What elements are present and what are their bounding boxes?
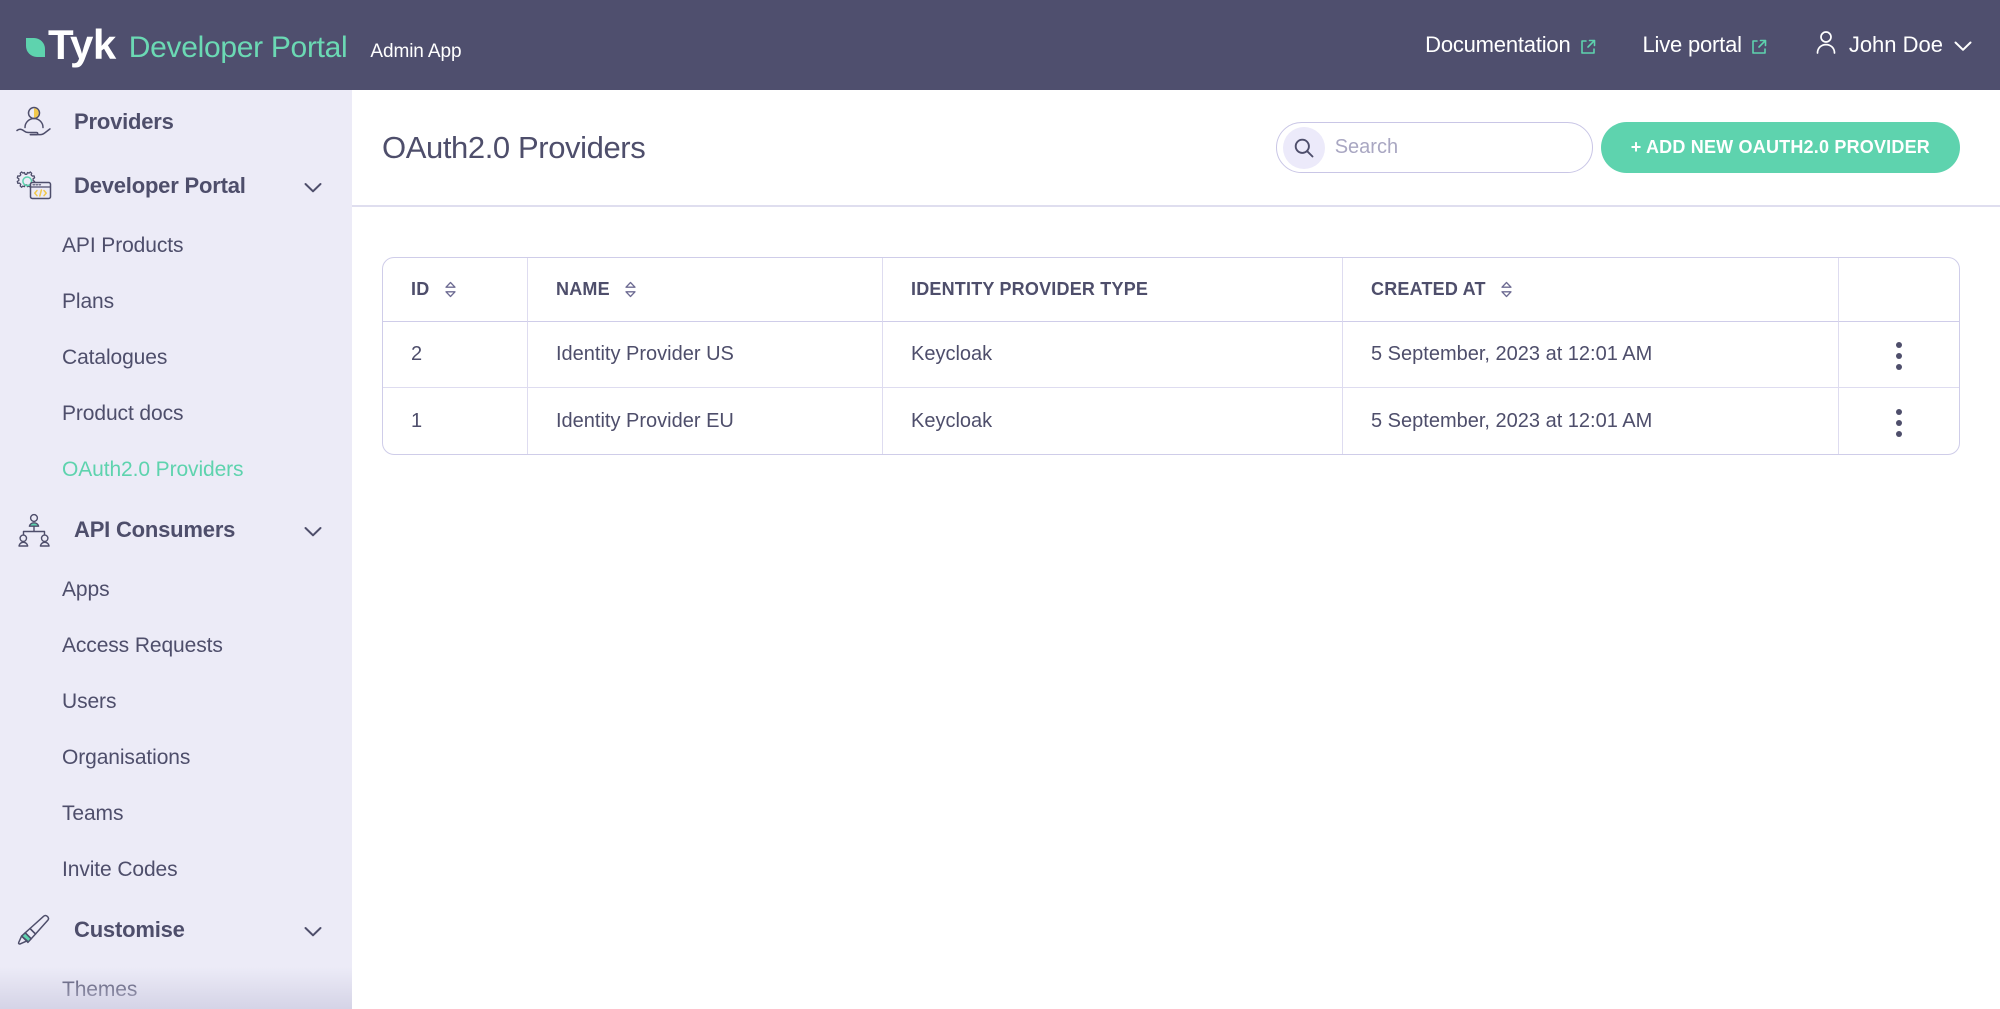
table-header-row: ID NAME xyxy=(383,258,1959,322)
nav-live-portal-label: Live portal xyxy=(1643,32,1742,58)
column-header-created-at[interactable]: CREATED AT xyxy=(1343,258,1839,322)
sidebar-item-invite-codes[interactable]: Invite Codes xyxy=(0,842,352,898)
sidebar-item-teams[interactable]: Teams xyxy=(0,786,352,842)
add-new-oauth2-provider-button[interactable]: + ADD NEW OAUTH2.0 PROVIDER xyxy=(1601,122,1960,173)
sidebar-item-label: Organisations xyxy=(62,746,190,770)
sidebar-item-access-requests[interactable]: Access Requests xyxy=(0,618,352,674)
tyk-leaf-icon xyxy=(26,38,45,57)
kebab-menu-icon[interactable] xyxy=(1888,334,1910,378)
table-row[interactable]: 1 Identity Provider EU Keycloak 5 Septem… xyxy=(383,388,1959,454)
brand-subtitle: Developer Portal xyxy=(129,31,348,65)
nav-documentation-label: Documentation xyxy=(1425,32,1570,58)
users-group-icon xyxy=(14,510,54,550)
cell-type: Keycloak xyxy=(883,388,1343,454)
sidebar-item-label: Catalogues xyxy=(62,346,167,370)
sidebar-item-label: Product docs xyxy=(62,402,183,426)
sort-updown-icon xyxy=(624,281,637,298)
sidebar-group-api-consumers[interactable]: API Consumers xyxy=(0,498,352,562)
column-header-label: CREATED AT xyxy=(1371,279,1486,299)
chevron-down-icon xyxy=(1954,32,1972,58)
sidebar-item-product-docs[interactable]: Product docs xyxy=(0,386,352,442)
chevron-down-icon[interactable] xyxy=(304,925,322,936)
sidebar-group-customise[interactable]: Customise xyxy=(0,898,352,962)
sidebar-item-api-products[interactable]: API Products xyxy=(0,218,352,274)
top-navbar: Tyk Developer Portal Admin App Documenta… xyxy=(0,0,2000,90)
sidebar-group-providers[interactable]: Providers xyxy=(0,90,352,154)
brand-logo[interactable]: Tyk Developer Portal Admin App xyxy=(26,24,461,66)
sidebar-item-label: Invite Codes xyxy=(62,858,178,882)
cell-id: 2 xyxy=(383,322,528,388)
sort-updown-icon xyxy=(444,281,457,298)
sidebar-item-label: Teams xyxy=(62,802,123,826)
cell-type: Keycloak xyxy=(883,322,1343,388)
page-header-actions: + ADD NEW OAUTH2.0 PROVIDER xyxy=(1276,122,1960,173)
sidebar-item-label: Users xyxy=(62,690,116,714)
sidebar-item-apps[interactable]: Apps xyxy=(0,562,352,618)
providers-table-container: ID NAME xyxy=(352,207,2000,455)
sidebar-group-label: Developer Portal xyxy=(74,173,246,199)
sidebar-item-label: OAuth2.0 Providers xyxy=(62,458,243,482)
page-title: OAuth2.0 Providers xyxy=(382,130,645,166)
cell-name: Identity Provider US xyxy=(528,322,883,388)
brand-admin-app: Admin App xyxy=(370,41,461,63)
navbar-right-section: Documentation Live portal xyxy=(1379,29,1972,61)
table-row[interactable]: 2 Identity Provider US Keycloak 5 Septem… xyxy=(383,322,1959,388)
kebab-menu-icon[interactable] xyxy=(1888,401,1910,445)
column-header-actions xyxy=(1839,258,1959,322)
chevron-down-icon[interactable] xyxy=(304,525,322,536)
hand-holding-user-icon xyxy=(14,102,54,142)
sidebar-item-label: API Products xyxy=(62,234,183,258)
sort-updown-icon xyxy=(1500,281,1513,298)
user-menu[interactable]: John Doe xyxy=(1814,29,1972,61)
column-header-id[interactable]: ID xyxy=(383,258,528,322)
sidebar-item-users[interactable]: Users xyxy=(0,674,352,730)
column-header-name[interactable]: NAME xyxy=(528,258,883,322)
tyk-wordmark: Tyk xyxy=(26,24,116,66)
column-header-label: NAME xyxy=(556,279,610,299)
paint-brush-icon xyxy=(14,910,54,950)
sidebar-group-label: Customise xyxy=(74,917,185,943)
search-box[interactable] xyxy=(1276,122,1593,173)
search-icon xyxy=(1283,127,1325,169)
cell-actions xyxy=(1839,322,1959,388)
sidebar-item-label: Plans xyxy=(62,290,114,314)
main-content: OAuth2.0 Providers + ADD NEW OAUTH2.0 PR… xyxy=(352,90,2000,1009)
sidebar-group-label: API Consumers xyxy=(74,517,235,543)
sidebar-item-label: Apps xyxy=(62,578,109,602)
column-header-label: IDENTITY PROVIDER TYPE xyxy=(911,279,1148,299)
external-link-icon xyxy=(1579,36,1597,54)
external-link-icon xyxy=(1750,36,1768,54)
oauth2-providers-table: ID NAME xyxy=(382,257,1960,455)
sidebar-item-oauth2-providers[interactable]: OAuth2.0 Providers xyxy=(0,442,352,498)
column-header-identity-provider-type: IDENTITY PROVIDER TYPE xyxy=(883,258,1343,322)
cell-created-at: 5 September, 2023 at 12:01 AM xyxy=(1343,322,1839,388)
sidebar-item-label: Access Requests xyxy=(62,634,223,658)
table-header: ID NAME xyxy=(383,258,1959,322)
tyk-brand-name: Tyk xyxy=(48,24,116,66)
sidebar-item-label: Themes xyxy=(62,978,137,1002)
user-icon xyxy=(1814,29,1838,61)
nav-link-documentation[interactable]: Documentation xyxy=(1425,32,1596,58)
page-header: OAuth2.0 Providers + ADD NEW OAUTH2.0 PR… xyxy=(352,90,2000,207)
cell-id: 1 xyxy=(383,388,528,454)
chevron-down-icon[interactable] xyxy=(304,181,322,192)
cell-name: Identity Provider EU xyxy=(528,388,883,454)
cell-created-at: 5 September, 2023 at 12:01 AM xyxy=(1343,388,1839,454)
sidebar-item-catalogues[interactable]: Catalogues xyxy=(0,330,352,386)
sidebar-item-plans[interactable]: Plans xyxy=(0,274,352,330)
search-input[interactable] xyxy=(1335,136,1575,159)
column-header-label: ID xyxy=(411,279,429,299)
table-body: 2 Identity Provider US Keycloak 5 Septem… xyxy=(383,322,1959,454)
sidebar-group-developer-portal[interactable]: Developer Portal xyxy=(0,154,352,218)
sidebar-item-themes[interactable]: Themes xyxy=(0,962,352,1009)
nav-link-live-portal[interactable]: Live portal xyxy=(1643,32,1768,58)
sidebar-item-organisations[interactable]: Organisations xyxy=(0,730,352,786)
user-name-label: John Doe xyxy=(1849,32,1943,58)
gear-code-window-icon xyxy=(14,166,54,206)
sidebar-group-label: Providers xyxy=(74,109,174,135)
cell-actions xyxy=(1839,388,1959,454)
sidebar-nav: Providers Developer Portal API Products … xyxy=(0,90,352,1009)
